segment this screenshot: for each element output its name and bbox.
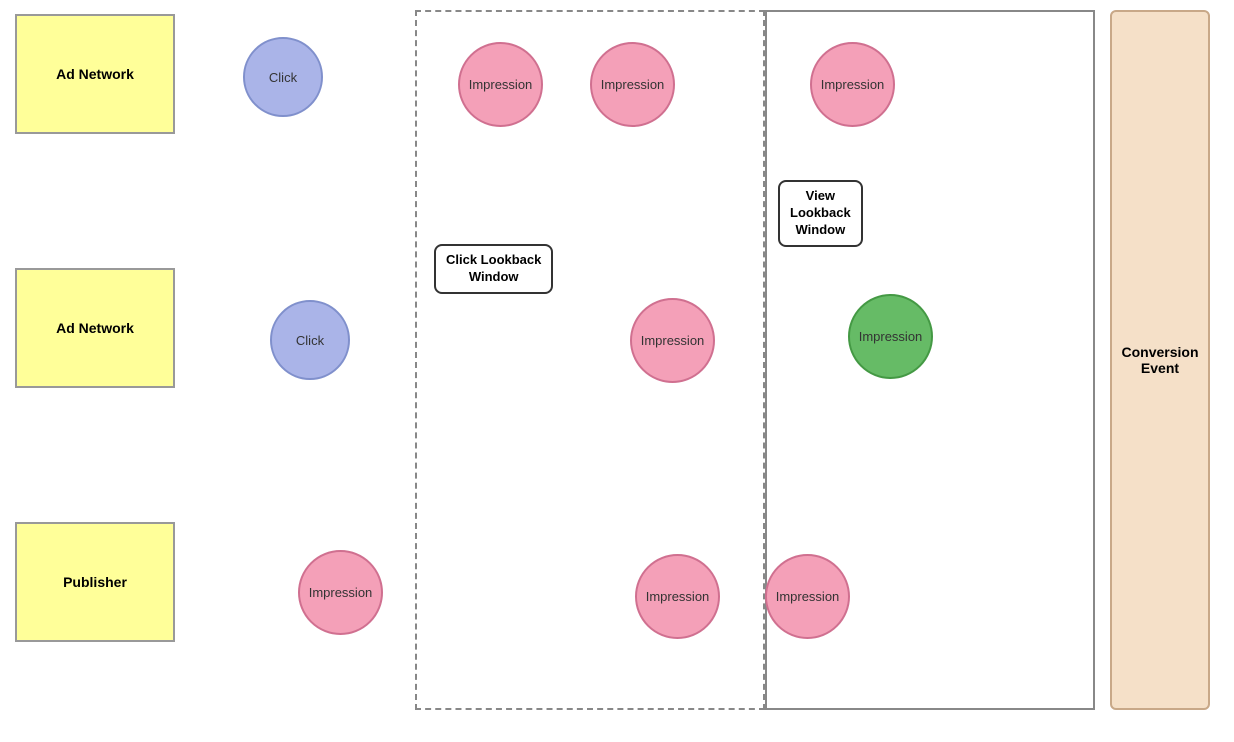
conversion-event-box: ConversionEvent [1110,10,1210,710]
ad-network-2-label: Ad Network [56,320,134,336]
click-2-circle: Click [270,300,350,380]
impression-2-circle: Impression [590,42,675,127]
ad-network-1-box: Ad Network [15,14,175,134]
ad-network-1-label: Ad Network [56,66,134,82]
impression-5-circle: Impression [848,294,933,379]
impression-7-circle: Impression [635,554,720,639]
conversion-event-label: ConversionEvent [1121,344,1198,376]
impression-1-circle: Impression [458,42,543,127]
impression-6-circle: Impression [298,550,383,635]
impression-3-circle: Impression [810,42,895,127]
impression-8-circle: Impression [765,554,850,639]
view-lookback-label: ViewLookbackWindow [778,180,863,247]
publisher-label: Publisher [63,574,127,590]
impression-4-circle: Impression [630,298,715,383]
publisher-box: Publisher [15,522,175,642]
click-lookback-label: Click LookbackWindow [434,244,553,294]
ad-network-2-box: Ad Network [15,268,175,388]
click-1-circle: Click [243,37,323,117]
